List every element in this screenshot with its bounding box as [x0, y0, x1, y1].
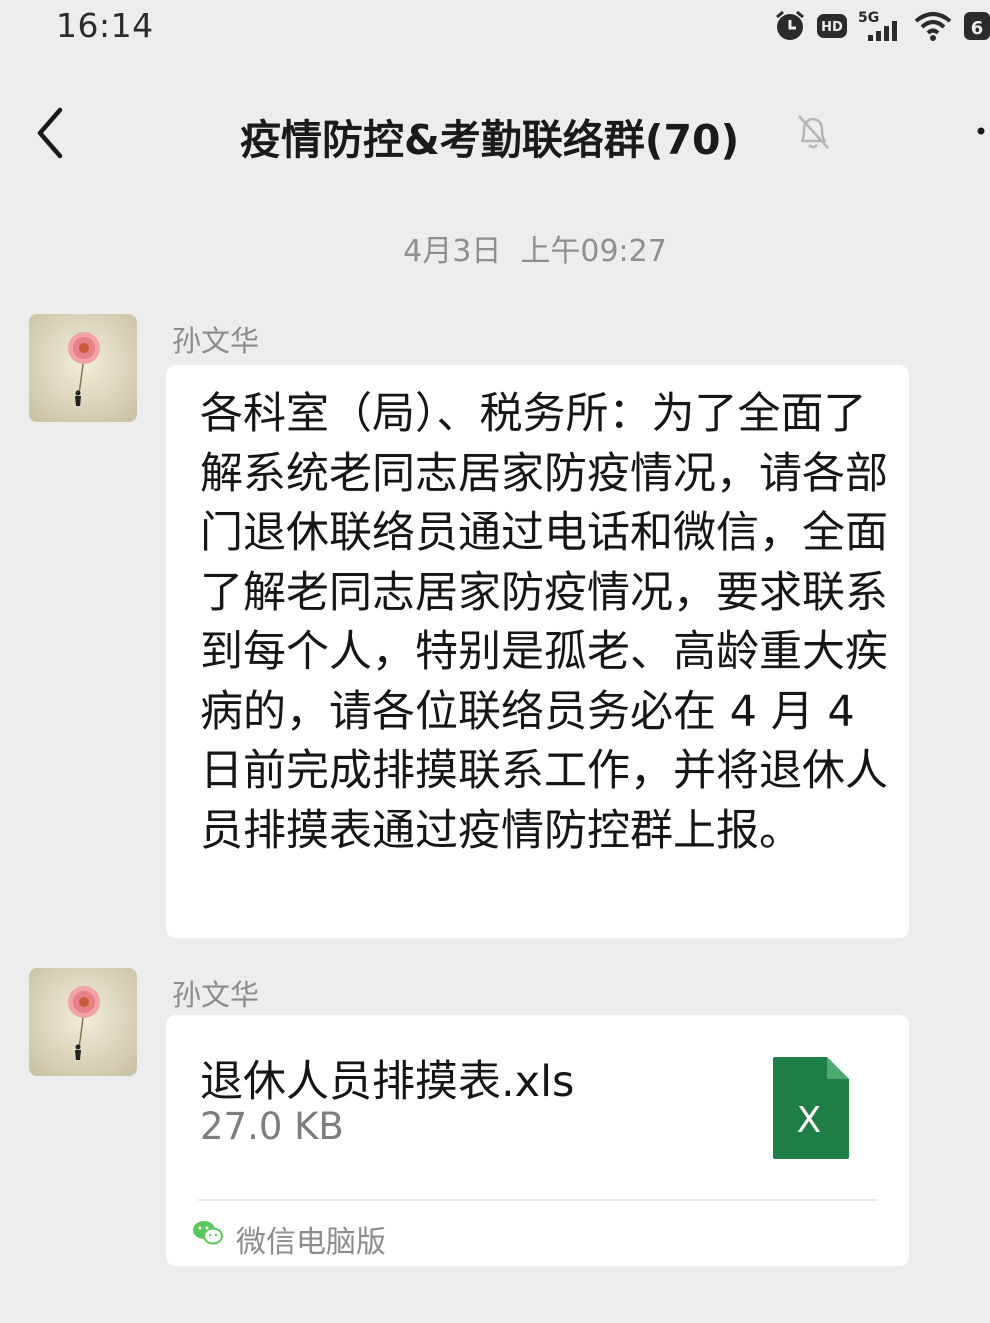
chevron-left-icon [37, 107, 63, 159]
message-bubble[interactable]: 各科室（局）、税务所：为了全面了解系统老同志居家防疫情况，请各部门退休联络员通过… [166, 365, 909, 938]
more-dots-icon [977, 127, 985, 135]
status-time: 16:14 [56, 6, 154, 45]
sender-name: 孙文华 [172, 324, 260, 358]
sender-avatar[interactable] [29, 314, 137, 422]
svg-text:HD: HD [821, 20, 843, 35]
flower-girl-avatar-icon [29, 968, 137, 1076]
wechat-icon [192, 1219, 224, 1247]
sender-name: 孙文华 [172, 978, 260, 1012]
chat-header: 疫情防控&考勤联络群(70) [0, 92, 990, 174]
alarm-icon [774, 10, 806, 42]
wifi-icon [914, 11, 952, 41]
hd-icon: HD [816, 13, 848, 39]
message-text: 各科室（局）、税务所：为了全面了解系统老同志居家防疫情况，请各部门退休联络员通过… [200, 389, 888, 856]
cellular-signal-icon: 5G [858, 9, 904, 43]
bubble-divider [198, 1199, 878, 1201]
status-bar: 16:14 HD 5G 6 [0, 0, 990, 56]
battery-icon: 6 [962, 10, 990, 42]
sender-avatar[interactable] [29, 968, 137, 1076]
svg-text:5G: 5G [858, 10, 879, 26]
svg-text:X: X [797, 1100, 822, 1141]
file-size: 27.0 KB [200, 1105, 344, 1148]
flower-girl-avatar-icon [29, 314, 137, 422]
file-name: 退休人员排摸表.xls [200, 1057, 575, 1107]
svg-text:6: 6 [971, 18, 984, 39]
file-message-bubble[interactable]: 退休人员排摸表.xls 27.0 KB X 微信电脑版 [166, 1015, 909, 1266]
excel-file-icon: X [771, 1055, 851, 1161]
mute-bell-icon [794, 112, 832, 152]
chat-title[interactable]: 疫情防控&考勤联络群(70) [240, 106, 739, 166]
source-label: 微信电脑版 [236, 1225, 386, 1260]
more-options-button[interactable] [972, 122, 990, 140]
back-button[interactable] [30, 106, 70, 160]
status-icons: HD 5G 6 [774, 8, 990, 44]
message-timestamp: 4月3日 上午09:27 [403, 234, 667, 269]
